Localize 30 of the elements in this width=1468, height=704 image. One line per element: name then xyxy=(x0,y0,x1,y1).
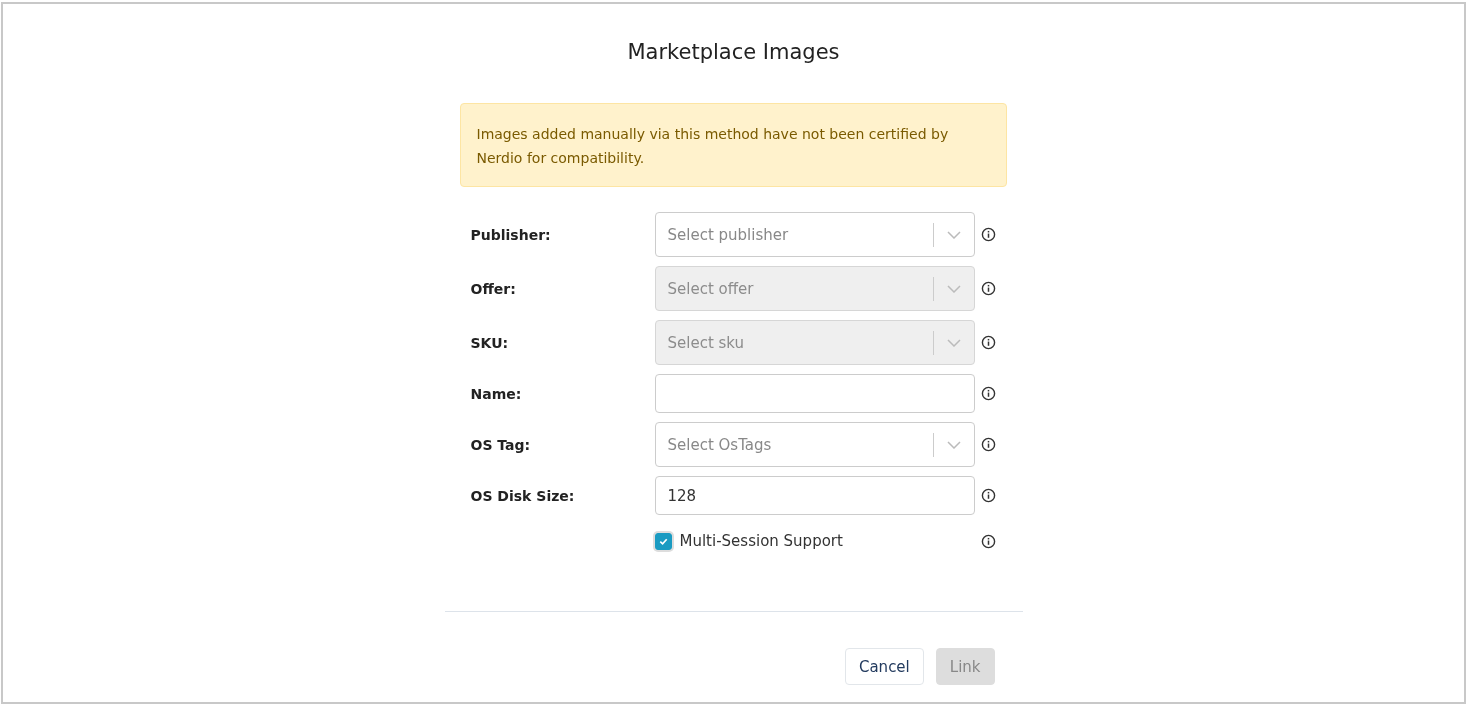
dropdown-placeholder: Select sku xyxy=(667,333,746,352)
dropdown[interactable]: Select publisher xyxy=(654,212,975,257)
dialog-title: Marketplace Images xyxy=(626,40,841,66)
checkbox-label: Multi-Session Support xyxy=(679,532,843,550)
field-label: OS Disk Size: xyxy=(470,487,576,504)
dialog-button[interactable]: Cancel xyxy=(844,648,924,685)
field-label: OS Tag: xyxy=(470,436,532,453)
field-label: Offer: xyxy=(470,280,517,297)
dropdown-placeholder: Select offer xyxy=(667,279,755,298)
input-field[interactable]: 128 xyxy=(654,476,975,515)
chevron-down-icon xyxy=(946,440,961,449)
info-icon[interactable] xyxy=(980,533,996,549)
dropdown[interactable]: Select OsTags xyxy=(654,422,975,467)
info-icon[interactable] xyxy=(980,437,996,452)
warning-message: Images added manually via this method have not been certified by Nerdio for compatibility. xyxy=(459,103,1007,187)
field-label: SKU: xyxy=(470,334,510,351)
info-icon[interactable] xyxy=(980,386,996,401)
chevron-down-icon xyxy=(946,284,961,293)
input-field[interactable] xyxy=(654,374,975,413)
chevron-down-icon xyxy=(946,230,961,239)
info-icon[interactable] xyxy=(980,488,996,503)
checkbox[interactable] xyxy=(654,532,672,550)
info-icon[interactable] xyxy=(980,227,996,242)
chevron-down-icon xyxy=(946,338,961,347)
field-label: Publisher: xyxy=(470,226,552,243)
dropdown-placeholder: Select publisher xyxy=(667,225,790,244)
info-icon[interactable] xyxy=(980,281,996,296)
info-icon[interactable] xyxy=(980,335,996,350)
dropdown-placeholder: Select OsTags xyxy=(667,435,773,454)
field-label: Name: xyxy=(470,385,523,402)
